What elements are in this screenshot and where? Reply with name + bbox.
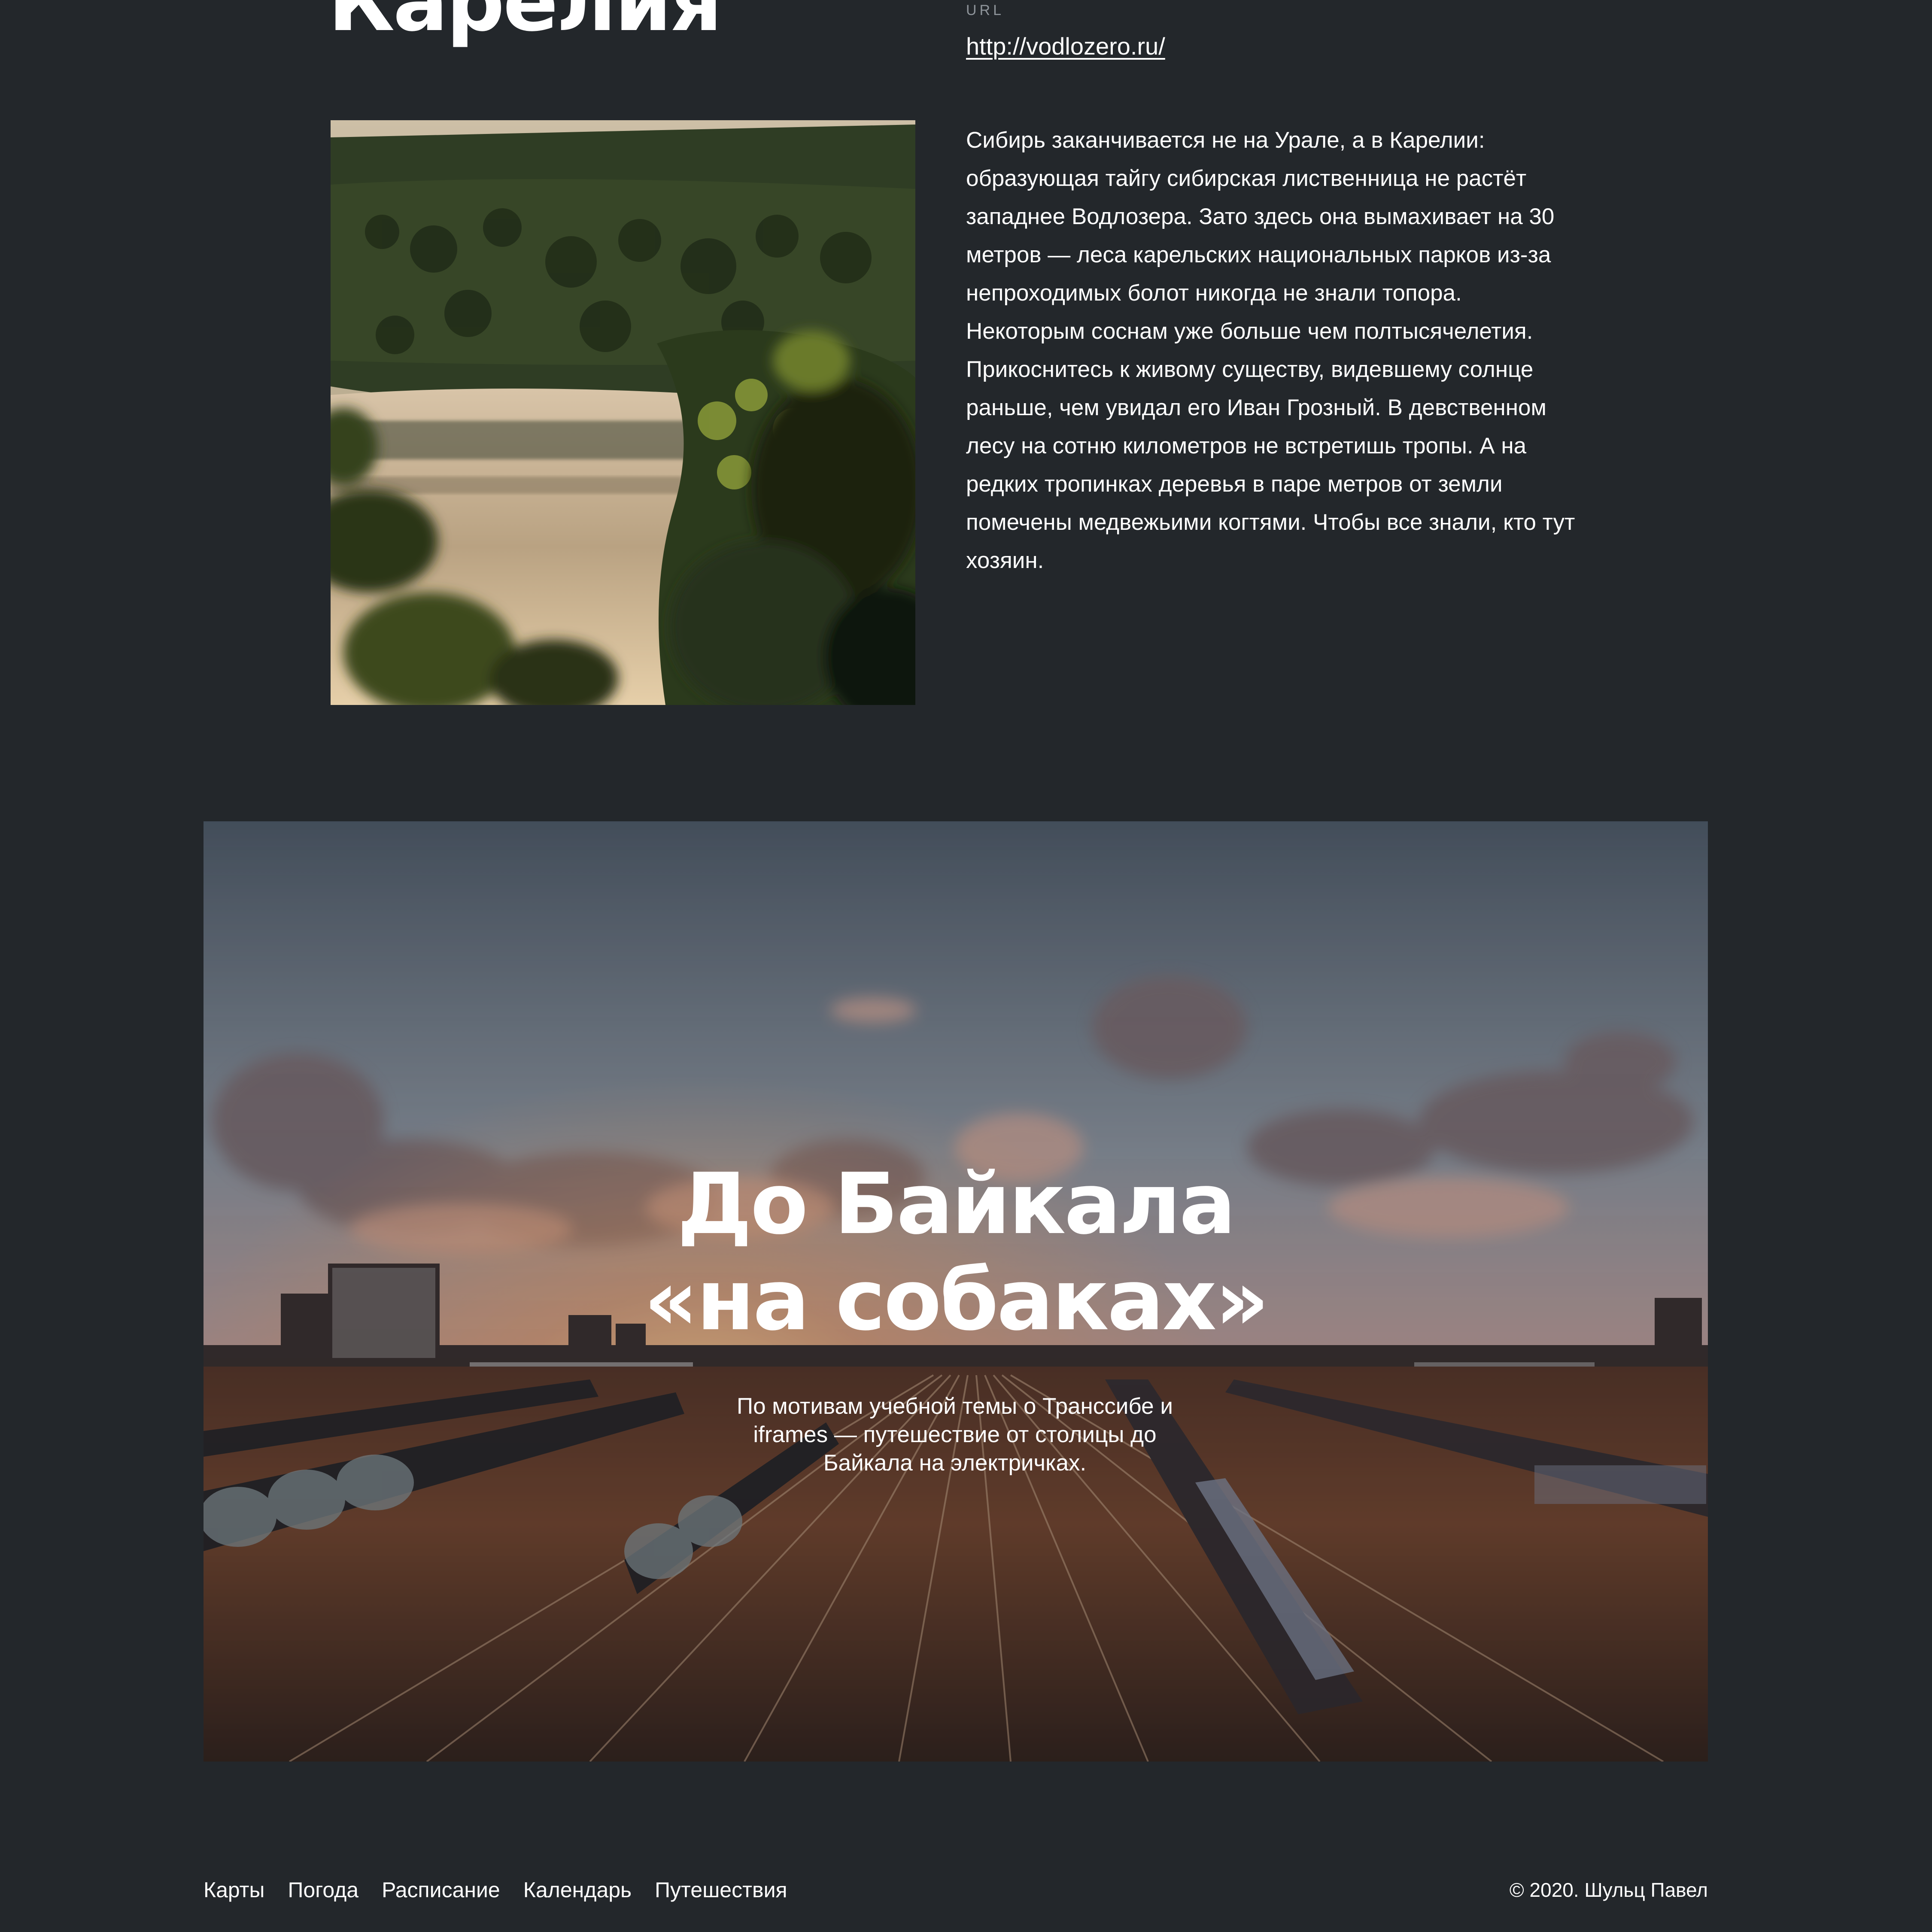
vodlozero-link[interactable]: http://vodlozero.ru/ bbox=[966, 33, 1165, 60]
footer: Карты Погода Расписание Календарь Путеше… bbox=[204, 1876, 1708, 1911]
footer-link-maps[interactable]: Карты bbox=[204, 1876, 264, 1904]
baikal-title: До Байкала «на собаках» bbox=[204, 1156, 1708, 1349]
karelia-description: Сибирь заканчивается не на Урале, а в Ка… bbox=[966, 128, 1575, 573]
karelia-photo bbox=[331, 120, 915, 705]
footer-nav: Карты Погода Расписание Календарь Путеше… bbox=[204, 1876, 787, 1904]
footer-link-schedule[interactable]: Расписание bbox=[382, 1876, 500, 1904]
footer-link-calendar[interactable]: Календарь bbox=[523, 1876, 632, 1904]
footer-link-weather[interactable]: Погода bbox=[288, 1876, 358, 1904]
baikal-article-banner[interactable]: До Байкала «на собаках» По мотивам учебн… bbox=[204, 821, 1708, 1762]
section-title-karelia: Карелия bbox=[328, 0, 723, 49]
copyright: © 2020. Шульц Павел bbox=[1509, 1879, 1708, 1901]
footer-link-travel[interactable]: Путешествия bbox=[655, 1876, 787, 1904]
baikal-subtitle: По мотивам учебной темы о Транссибе и if… bbox=[737, 1394, 1173, 1476]
baikal-title-line2: «на собаках» bbox=[644, 1252, 1270, 1349]
url-label: URL bbox=[966, 2, 1005, 18]
baikal-title-line1: До Байкала bbox=[677, 1155, 1236, 1253]
